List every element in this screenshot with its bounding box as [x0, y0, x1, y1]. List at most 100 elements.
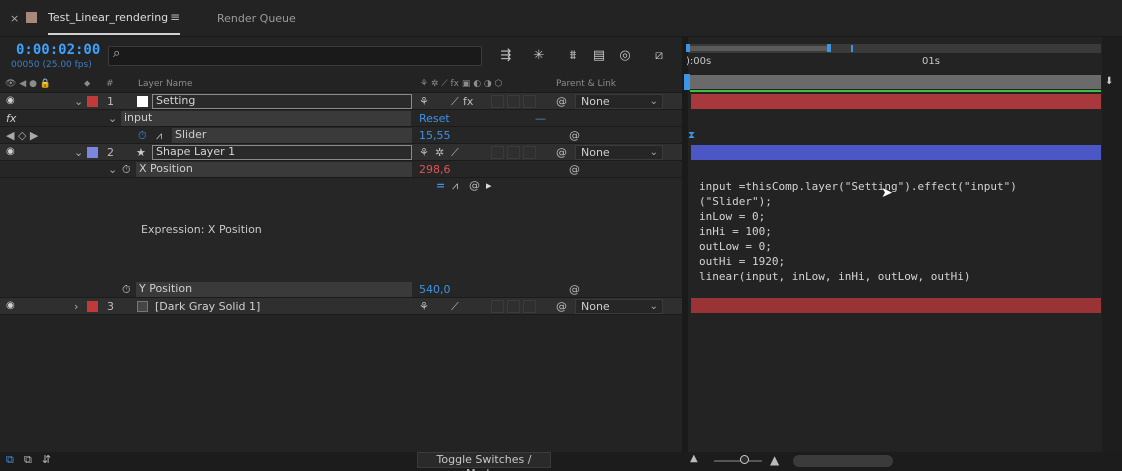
layer-switches-toggle-icon[interactable]: ⧉: [6, 453, 14, 467]
motion-blur-switch[interactable]: [507, 146, 520, 159]
layer-name[interactable]: [Dark Gray Solid 1]: [155, 300, 260, 313]
expression-language-menu-icon[interactable]: ▸: [486, 179, 492, 192]
zoom-slider-track[interactable]: [714, 460, 762, 462]
expression-editor[interactable]: input =thisComp.layer("Setting").effect(…: [690, 178, 1101, 282]
layer-bar-solid[interactable]: [691, 298, 1101, 313]
adjustment-switch[interactable]: [523, 300, 536, 313]
effect-name[interactable]: input: [121, 111, 411, 126]
pickwhip-icon[interactable]: @: [556, 95, 567, 108]
pickwhip-icon[interactable]: @: [569, 163, 580, 176]
graph-editor-icon[interactable]: ⧄: [650, 47, 668, 65]
current-time-indicator[interactable]: [684, 74, 690, 90]
keyframe-marker-icon[interactable]: ⧗: [688, 130, 695, 141]
layer-type-icon: [137, 96, 148, 107]
transfer-controls-toggle-icon[interactable]: ⧉: [24, 453, 32, 467]
motion-blur-switch[interactable]: [507, 95, 520, 108]
slider-property-row[interactable]: ◀ ◇ ▶ ⏱ ⩘ Slider 15,55 @: [0, 127, 682, 144]
layer-row-1[interactable]: ◉ ⌄ 1 Setting ⚘ ⟋ fx @ None ⌄: [0, 93, 682, 110]
label-color-box[interactable]: [87, 301, 98, 312]
y-position-row[interactable]: ⏱ Y Position 540,0 @: [0, 281, 682, 298]
about-link[interactable]: —: [535, 112, 546, 125]
close-tab-button[interactable]: ×: [10, 12, 19, 25]
layer-row-2[interactable]: ◉ ⌄ 2 ★ Shape Layer 1 ⚘ ✲ ⟋ @ None ⌄: [0, 144, 682, 161]
right-scrollbar[interactable]: [1102, 37, 1122, 452]
layer-bar-shape[interactable]: [691, 145, 1101, 160]
toggle-switches-modes-button[interactable]: Toggle Switches / Modes: [417, 452, 551, 471]
navigator-end-handle[interactable]: [827, 44, 831, 52]
tab-render-queue[interactable]: Render Queue: [217, 12, 296, 25]
label-color-box[interactable]: [87, 96, 98, 107]
x-position-value[interactable]: 298,6: [419, 163, 451, 176]
keyframe-nav-icon[interactable]: ◀ ◇ ▶: [6, 129, 38, 142]
pickwhip-icon[interactable]: @: [569, 129, 580, 142]
motion-blur-switch[interactable]: [507, 300, 520, 313]
stopwatch-icon[interactable]: ⏱: [122, 283, 131, 297]
navigator-start-handle[interactable]: [686, 44, 690, 52]
current-time-display[interactable]: 0:00:02:00: [16, 42, 100, 58]
layer-bar-setting[interactable]: [691, 94, 1101, 109]
horizontal-scrollbar[interactable]: [793, 455, 893, 467]
search-input[interactable]: [108, 46, 482, 66]
collapse-switch-icon[interactable]: ✲: [435, 146, 444, 159]
chevron-down-icon[interactable]: ⌄: [74, 95, 83, 108]
visibility-eye-icon[interactable]: ◉: [6, 95, 15, 106]
layer-name-header[interactable]: Layer Name: [138, 79, 193, 89]
quality-switch-icon[interactable]: ⟋: [451, 146, 459, 160]
expression-graph-icon[interactable]: ⩘: [452, 179, 458, 193]
work-area-bar[interactable]: [690, 75, 1101, 89]
pickwhip-icon[interactable]: @: [556, 300, 567, 313]
y-position-value[interactable]: 540,0: [419, 283, 451, 296]
parent-dropdown[interactable]: None ⌄: [575, 299, 663, 314]
shy-switch-icon[interactable]: ⚘: [419, 95, 429, 108]
pickwhip-icon[interactable]: @: [556, 146, 567, 159]
label-color-box[interactable]: [87, 147, 98, 158]
chevron-right-icon[interactable]: ›: [74, 300, 78, 313]
quality-switch-icon[interactable]: ⟋: [451, 95, 459, 109]
graph-icon[interactable]: ⩘: [156, 129, 162, 143]
zoom-in-icon[interactable]: ▲: [770, 453, 779, 467]
effect-switch-icon[interactable]: fx: [463, 95, 473, 108]
effect-row[interactable]: fx ⌄ input Reset —: [0, 110, 682, 127]
chevron-down-icon[interactable]: ⌄: [108, 112, 117, 125]
parent-dropdown[interactable]: None ⌄: [575, 94, 663, 109]
tab-comp[interactable]: Test_Linear_rendering: [48, 11, 168, 24]
frame-blend-switch[interactable]: [491, 95, 504, 108]
layer-name[interactable]: Setting: [152, 94, 412, 109]
draft-3d-icon[interactable]: ✳: [530, 47, 548, 65]
parent-dropdown[interactable]: None ⌄: [575, 145, 663, 160]
expression-enable-icon[interactable]: =: [436, 179, 445, 192]
visibility-eye-icon[interactable]: ◉: [6, 300, 15, 311]
reset-link[interactable]: Reset: [419, 112, 450, 125]
tab-menu-icon[interactable]: ≡: [170, 10, 180, 24]
frame-blend-switch[interactable]: [491, 300, 504, 313]
stopwatch-icon[interactable]: ⏱: [122, 163, 131, 177]
zoom-out-icon[interactable]: ▲: [690, 453, 698, 464]
layer-name[interactable]: Shape Layer 1: [152, 145, 412, 160]
comp-marker-bin-icon[interactable]: ⬇: [1105, 76, 1113, 87]
zoom-slider-thumb[interactable]: [740, 455, 749, 464]
slider-value[interactable]: 15,55: [419, 129, 451, 142]
frame-blending-icon[interactable]: ▤: [590, 47, 608, 65]
adjustment-switch[interactable]: [523, 95, 536, 108]
composition-flowchart-icon[interactable]: ⇶: [497, 47, 515, 65]
expression-line: inLow = 0;: [699, 210, 766, 223]
expression-pickwhip-icon[interactable]: @: [469, 179, 480, 192]
stopwatch-icon[interactable]: ⏱: [138, 129, 147, 143]
motion-blur-icon[interactable]: ◎: [616, 47, 634, 65]
chevron-down-icon[interactable]: ⌄: [108, 163, 117, 176]
pickwhip-icon[interactable]: @: [569, 283, 580, 296]
quality-switch-icon[interactable]: ⟋: [451, 300, 459, 314]
time-navigator-range[interactable]: [688, 46, 829, 51]
visibility-eye-icon[interactable]: ◉: [6, 146, 15, 157]
shy-switch-icon[interactable]: ⚘: [419, 300, 429, 313]
x-position-row[interactable]: ⌄ ⏱ X Position 298,6 @: [0, 161, 682, 178]
adjustment-switch[interactable]: [523, 146, 536, 159]
shy-switch-icon[interactable]: ⚘: [419, 146, 429, 159]
av-switch-header-icon: 👁 ◀ ● 🔒: [5, 79, 51, 89]
chevron-down-icon[interactable]: ⌄: [74, 146, 83, 159]
layer-row-3[interactable]: ◉ › 3 [Dark Gray Solid 1] ⚘ ⟋ @ None ⌄: [0, 298, 682, 315]
shy-layers-icon[interactable]: ⩩: [564, 47, 582, 65]
time-ruler[interactable]: [688, 53, 1101, 73]
in-out-toggle-icon[interactable]: ⇵: [42, 453, 51, 466]
frame-blend-switch[interactable]: [491, 146, 504, 159]
